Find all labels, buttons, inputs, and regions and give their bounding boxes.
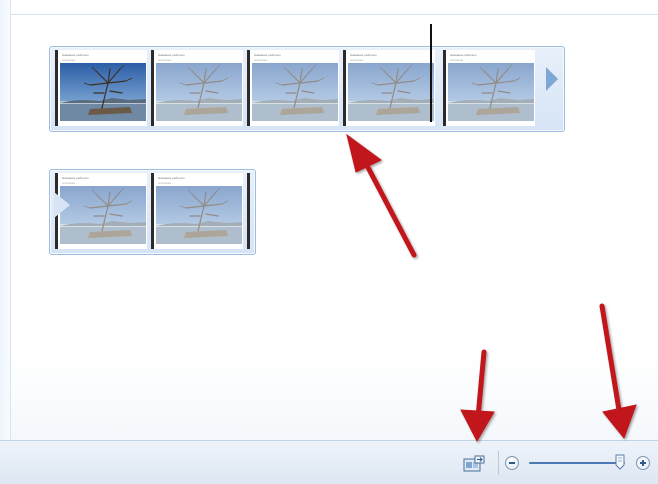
- frame-thumbnail: [60, 186, 146, 244]
- status-divider: [498, 451, 499, 475]
- frame-thumbnail: [60, 63, 146, 121]
- frame-thumbnail: [156, 63, 242, 121]
- clip-group-1[interactable]: Название рабочего описание Название рабо…: [49, 46, 565, 132]
- storyboard-canvas[interactable]: Название рабочего описание Название рабо…: [11, 14, 658, 441]
- status-bar: [0, 440, 658, 484]
- zoom-slider-thumb[interactable]: [615, 454, 625, 470]
- app-window: Название рабочего описание Название рабо…: [0, 0, 658, 484]
- zoom-in-button[interactable]: [636, 456, 650, 470]
- clip-frame[interactable]: Название рабочего описание: [247, 50, 339, 126]
- frame-caption: Название рабочего: [350, 53, 377, 57]
- frame-thumbnail: [348, 63, 434, 121]
- left-pane-edge: [0, 0, 11, 440]
- frame-thumbnail: [252, 63, 338, 121]
- frame-caption: Название рабочего: [62, 176, 89, 180]
- clip-frame[interactable]: Название рабочего описание: [443, 50, 535, 126]
- frame-subcaption: описание: [254, 58, 268, 62]
- clip-frame[interactable]: Название рабочего описание: [55, 50, 147, 126]
- group-end-marker: [247, 173, 250, 249]
- frame-thumbnail: [156, 186, 242, 244]
- continuation-arrow-icon: [54, 192, 70, 218]
- frame-caption: Название рабочего: [158, 176, 185, 180]
- fit-to-window-button[interactable]: [463, 455, 485, 473]
- frame-caption: Название рабочего: [62, 53, 89, 57]
- frame-caption: Название рабочего: [254, 53, 281, 57]
- zoom-out-button[interactable]: [505, 456, 519, 470]
- continue-arrow-icon: [546, 67, 558, 91]
- slider-thumb-icon: [615, 454, 625, 470]
- frame-subcaption: описание: [158, 181, 172, 185]
- frame-subcaption: описание: [350, 58, 364, 62]
- zoom-out-icon: [509, 462, 515, 464]
- playback-indicator[interactable]: [430, 24, 432, 122]
- frame-subcaption: описание: [450, 58, 464, 62]
- frame-subcaption: описание: [62, 58, 76, 62]
- frame-caption: Название рабочего: [158, 53, 185, 57]
- clip-frame[interactable]: Название рабочего описание: [151, 173, 243, 249]
- frame-subcaption: описание: [62, 181, 76, 185]
- clip-group-2[interactable]: Название рабочего описание Название рабо…: [49, 169, 256, 255]
- zoom-slider-track[interactable]: [529, 462, 625, 464]
- clip-frame[interactable]: Название рабочего описание: [343, 50, 435, 126]
- clip-frame[interactable]: Название рабочего описание: [151, 50, 243, 126]
- frame-thumbnail: [448, 63, 534, 121]
- frame-caption: Название рабочего: [450, 53, 477, 57]
- frame-subcaption: описание: [158, 58, 172, 62]
- fit-to-window-icon: [463, 455, 485, 472]
- zoom-in-icon-vertical: [642, 460, 644, 466]
